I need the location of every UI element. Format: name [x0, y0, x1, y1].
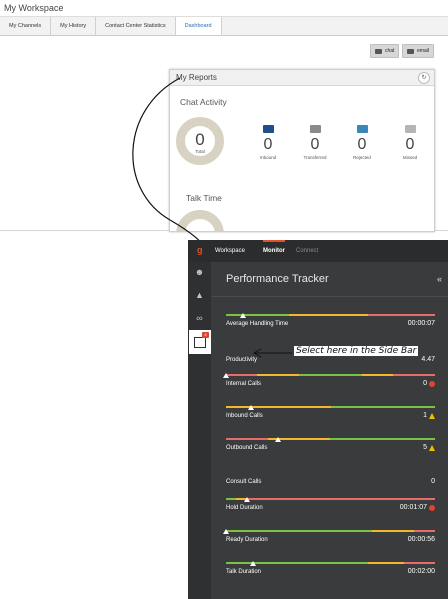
callout-arrow — [252, 348, 292, 358]
